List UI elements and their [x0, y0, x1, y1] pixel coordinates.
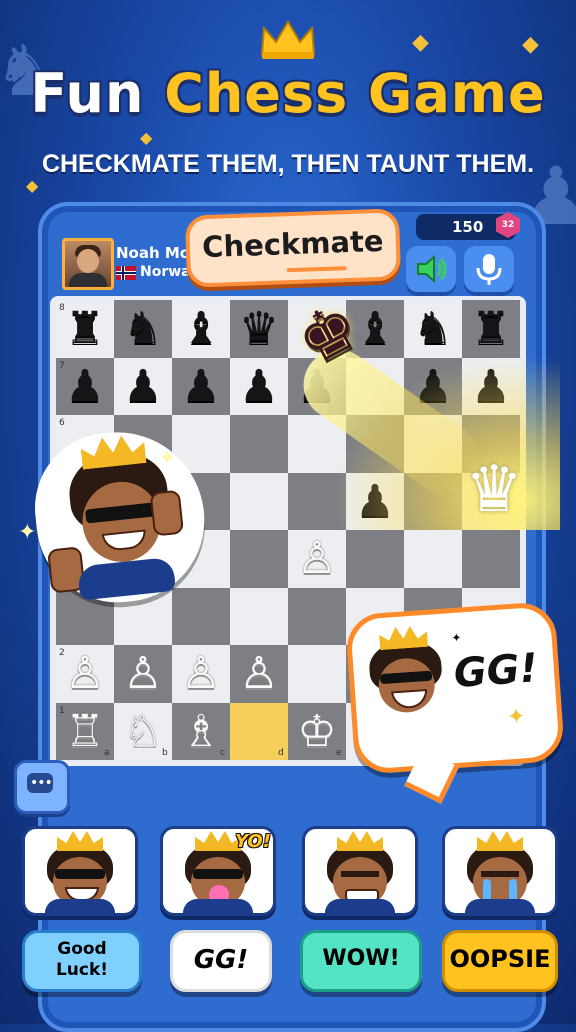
file-label: a — [104, 748, 110, 758]
rank-label: 1 — [59, 705, 65, 716]
sparkle-icon: ✦ — [18, 520, 37, 545]
black-piece[interactable]: ♟ — [114, 358, 172, 416]
sparkle-icon: ✦ — [451, 630, 463, 646]
file-label: d — [278, 748, 284, 758]
checkmate-text: Checkmate — [201, 223, 385, 265]
emote-overlay-text: YO! — [235, 831, 271, 852]
sound-button[interactable] — [406, 246, 456, 292]
microphone-button[interactable] — [464, 246, 514, 292]
angry-emote-tile[interactable] — [302, 826, 418, 916]
score-value: 150 — [452, 218, 484, 236]
board-square[interactable] — [288, 587, 346, 645]
board-square[interactable] — [230, 530, 288, 588]
black-piece[interactable]: ♝ — [172, 300, 230, 358]
title-part1: Fun — [30, 62, 145, 125]
score-box: 150 32 — [416, 212, 520, 240]
speaker-icon — [417, 254, 447, 284]
black-piece[interactable]: ♛ — [230, 300, 288, 358]
board-square[interactable] — [404, 530, 462, 588]
title-part2: Chess Game — [164, 62, 546, 125]
black-piece[interactable]: ♟ — [230, 358, 288, 416]
sparkle-icon: ◆ — [140, 128, 153, 147]
sparkle-icon: ✦ — [506, 704, 527, 731]
file-label: c — [220, 748, 225, 758]
black-piece[interactable]: ♞ — [404, 300, 462, 358]
black-piece[interactable]: ♟ — [172, 358, 230, 416]
white-piece[interactable]: ♙ — [114, 645, 172, 703]
checkmate-banner: Checkmate — [184, 208, 402, 288]
chat-button[interactable]: ••• — [14, 760, 70, 814]
subtitle: CHECKMATE THEM, THEN TAUNT THEM. — [41, 150, 535, 178]
board-square[interactable] — [230, 472, 288, 530]
board-square[interactable] — [230, 415, 288, 473]
black-piece[interactable]: ♟ — [462, 358, 520, 416]
board-square[interactable] — [288, 472, 346, 530]
white-queen-glowing[interactable]: ♛ — [458, 450, 530, 530]
wow-button[interactable]: WOW! — [300, 930, 422, 992]
crown-icon — [260, 20, 316, 59]
white-piece[interactable]: ♙ — [288, 530, 346, 588]
sparkle-icon: ✦ — [158, 446, 177, 471]
good-luck-button[interactable]: Good Luck! — [22, 930, 142, 992]
rank-label: 8 — [59, 303, 65, 313]
board-square[interactable] — [288, 645, 346, 703]
rank-label: 2 — [59, 648, 65, 658]
gg-button[interactable]: GG! — [170, 930, 272, 992]
rank-label: 7 — [59, 360, 65, 371]
bubblegum-emote-tile[interactable]: YO! — [160, 826, 276, 916]
avatar[interactable] — [62, 238, 114, 290]
white-piece[interactable]: ♙ — [230, 645, 288, 703]
gg-speech-card: GG! ✦ ✦ — [344, 600, 566, 804]
sparkle-icon: ◆ — [522, 32, 539, 57]
board-square[interactable] — [462, 530, 520, 588]
black-piece[interactable]: ♟ — [346, 473, 404, 531]
microphone-icon — [476, 254, 502, 285]
oopsie-button[interactable]: OOPSIE — [442, 930, 558, 992]
black-piece[interactable]: ♜ — [462, 300, 520, 358]
file-label: b — [162, 748, 168, 758]
page-title: Fun Chess Game — [0, 62, 576, 125]
crying-emote-tile[interactable] — [442, 826, 558, 916]
sparkle-icon: ◆ — [412, 30, 429, 55]
white-piece[interactable]: ♙ — [172, 645, 230, 703]
board-square[interactable] — [346, 530, 404, 588]
black-piece[interactable]: ♞ — [114, 300, 172, 358]
board-square[interactable] — [230, 587, 288, 645]
board-square[interactable] — [172, 587, 230, 645]
player-country: Norway — [140, 264, 192, 280]
thumbs-up-emote-tile[interactable] — [22, 826, 138, 916]
player-name: Noah Mo — [116, 244, 191, 262]
file-label: e — [336, 748, 342, 758]
gg-card-text: GG! — [452, 645, 540, 697]
norway-flag-icon — [116, 266, 136, 280]
good-luck-line2: Luck! — [55, 960, 109, 980]
rank-label: 6 — [59, 418, 65, 428]
good-luck-line1: Good — [57, 939, 107, 959]
